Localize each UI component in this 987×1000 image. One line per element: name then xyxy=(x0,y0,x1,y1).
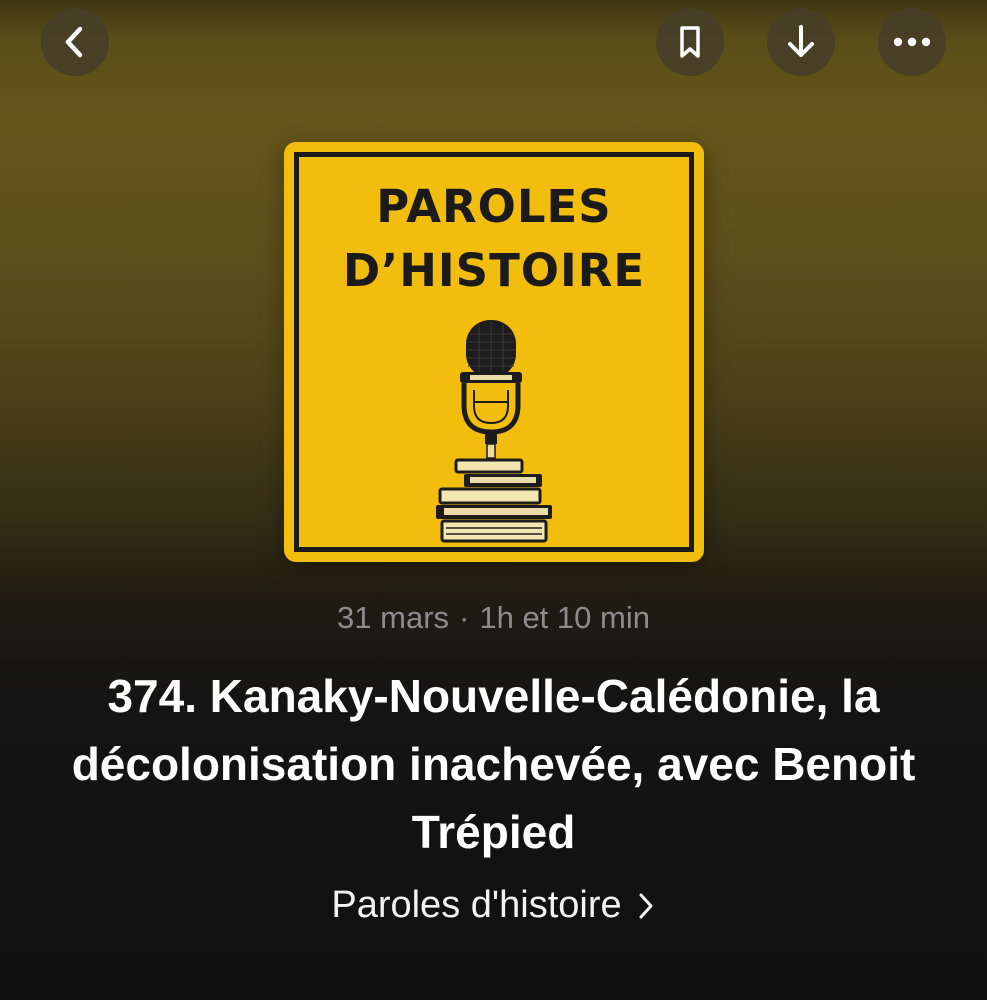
bookmark-icon xyxy=(675,24,705,60)
download-button[interactable] xyxy=(767,8,835,76)
more-options-button[interactable] xyxy=(878,8,946,76)
meta-separator: · xyxy=(459,599,470,635)
top-bar xyxy=(0,0,987,90)
podcast-artwork: PAROLES D’HISTOIRE xyxy=(284,142,704,562)
episode-duration: 1h et 10 min xyxy=(479,599,650,635)
ellipsis-icon xyxy=(892,36,932,48)
artwork-title-line-2: D’HISTOIRE xyxy=(342,244,646,297)
back-button[interactable] xyxy=(41,8,109,76)
download-arrow-icon xyxy=(784,23,818,61)
microphone-on-books-illustration xyxy=(434,320,554,550)
artwork-title-line-1: PAROLES xyxy=(376,180,612,233)
show-name: Paroles d'histoire xyxy=(331,884,622,926)
chevron-left-icon xyxy=(60,24,90,60)
bookmark-button[interactable] xyxy=(656,8,724,76)
episode-date: 31 mars xyxy=(337,599,450,635)
episode-title: 374. Kanaky-Nouvelle-Calédonie, la décol… xyxy=(71,670,916,858)
episode-meta: 31 mars · 1h et 10 min xyxy=(0,598,987,636)
chevron-right-icon xyxy=(636,891,656,921)
show-link[interactable]: Paroles d'histoire xyxy=(0,884,987,927)
